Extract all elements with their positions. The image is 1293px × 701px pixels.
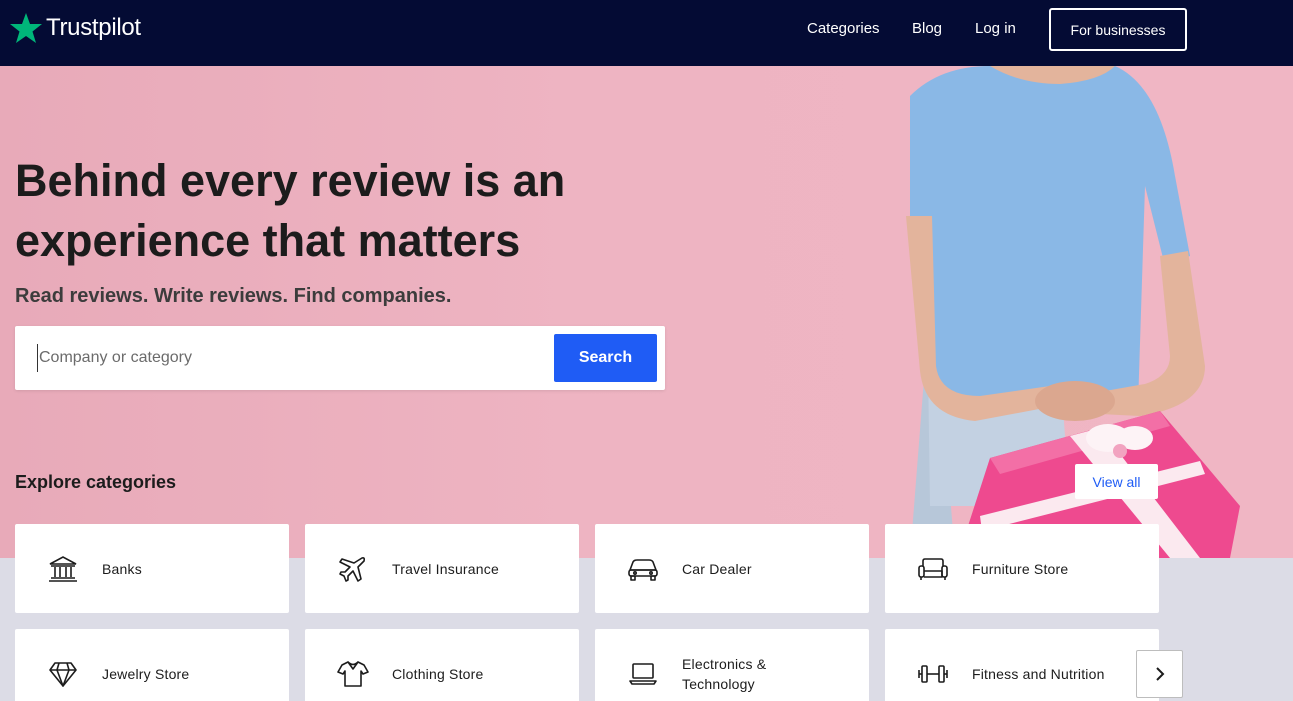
diamond-icon — [47, 659, 79, 689]
brand-name: Trustpilot — [46, 14, 141, 41]
category-card-car-dealer[interactable]: Car Dealer — [595, 524, 869, 613]
explore-categories-heading: Explore categories — [15, 472, 177, 492]
category-label: Clothing Store — [392, 665, 484, 682]
shirt-icon — [337, 659, 369, 689]
car-icon — [627, 554, 659, 584]
category-label: Jewelry Store — [102, 665, 190, 682]
category-card-fitness-nutrition[interactable]: Fitness and Nutrition — [885, 629, 1159, 701]
for-businesses-button[interactable]: For businesses — [1049, 8, 1187, 51]
category-card-travel-insurance[interactable]: Travel Insurance — [305, 524, 579, 613]
category-card-clothing-store[interactable]: Clothing Store — [305, 629, 579, 701]
category-label: Banks — [102, 560, 142, 577]
search-button[interactable]: Search — [554, 334, 657, 382]
laptop-icon — [627, 659, 659, 689]
category-label: Furniture Store — [972, 560, 1069, 577]
category-card-jewelry-store[interactable]: Jewelry Store — [15, 629, 289, 701]
search-bar: Search — [15, 326, 665, 390]
next-categories-button[interactable] — [1136, 650, 1183, 698]
nav-categories-link[interactable]: Categories — [807, 20, 880, 37]
bank-icon — [47, 554, 79, 584]
top-navigation: Trustpilot Categories Blog Log in For bu… — [0, 0, 1293, 66]
category-label: Travel Insurance — [392, 560, 499, 577]
hero-title: Behind every review is an experience tha… — [15, 155, 566, 266]
category-card-furniture-store[interactable]: Furniture Store — [885, 524, 1159, 613]
category-label: Car Dealer — [682, 560, 752, 577]
category-label: Fitness and Nutrition — [972, 665, 1105, 682]
trustpilot-logo[interactable]: Trustpilot — [10, 12, 141, 44]
chevron-right-icon — [1155, 667, 1164, 681]
sofa-icon — [917, 554, 949, 584]
nav-blog-link[interactable]: Blog — [912, 20, 942, 37]
dumbbell-icon — [917, 659, 949, 689]
hero-section: Behind every review is an experience tha… — [0, 66, 1293, 558]
star-icon — [10, 13, 42, 43]
category-label: Electronics & Technology — [682, 655, 767, 692]
hero-subtitle: Read reviews. Write reviews. Find compan… — [15, 285, 452, 307]
category-card-electronics-technology[interactable]: Electronics & Technology — [595, 629, 869, 701]
view-all-link[interactable]: View all — [1075, 464, 1158, 499]
airplane-icon — [337, 554, 369, 584]
search-input[interactable] — [37, 344, 547, 372]
nav-login-link[interactable]: Log in — [975, 20, 1016, 37]
category-card-banks[interactable]: Banks — [15, 524, 289, 613]
